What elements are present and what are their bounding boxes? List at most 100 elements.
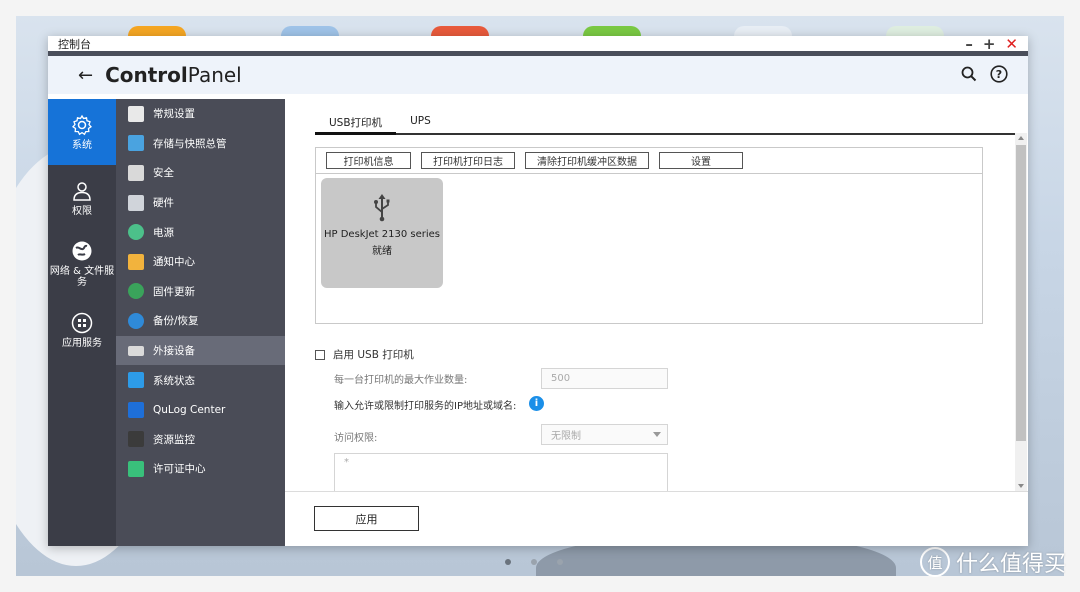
hardware-icon <box>128 194 144 211</box>
usb-icon <box>374 194 390 222</box>
watermark: 值 什么值得买 <box>919 546 1066 578</box>
header-actions: ? <box>960 65 1008 83</box>
window-controls: – + ✕ <box>965 35 1018 53</box>
submenu-item-license[interactable]: 许可证中心 <box>116 454 285 484</box>
rail-item-apps[interactable]: 应用服务 <box>48 297 116 363</box>
rail-item-system[interactable]: 系统 <box>48 99 116 165</box>
max-jobs-label: 每一台打印机的最大作业数量: <box>334 375 468 386</box>
submenu-label: 常规设置 <box>153 108 195 121</box>
desktop-page-indicator[interactable] <box>505 559 563 565</box>
submenu-label: 存储与快照总管 <box>153 137 227 150</box>
svg-text:?: ? <box>996 68 1002 81</box>
printer-info-button[interactable]: 打印机信息 <box>326 152 411 169</box>
enable-usb-printer-label: 启用 USB 打印机 <box>333 349 414 361</box>
enable-usb-printer-checkbox[interactable] <box>315 349 325 360</box>
clear-spool-button[interactable]: 清除打印机缓冲区数据 <box>525 152 649 169</box>
scroll-down-icon[interactable] <box>1018 484 1024 488</box>
rail-item-network[interactable]: 网络 & 文件服务 <box>48 231 116 297</box>
rail-item-label: 网络 & 文件服务 <box>49 266 115 288</box>
submenu-label: 外接设备 <box>153 345 195 358</box>
page-dot[interactable] <box>557 559 563 565</box>
rail-item-label: 权限 <box>72 205 92 217</box>
submenu-item-resource-monitor[interactable]: 资源监控 <box>116 425 285 455</box>
window-titlebar[interactable]: 控制台 – + ✕ <box>48 35 1028 56</box>
ip-list-textarea[interactable]: * <box>334 453 668 493</box>
tab-usb-printer[interactable]: USB打印机 <box>315 113 397 135</box>
rail-item-label: 系统 <box>72 139 92 151</box>
page-dot[interactable] <box>505 559 511 565</box>
notification-icon <box>128 253 144 270</box>
enable-usb-printer-row: 启用 USB 打印机 <box>315 347 985 362</box>
submenu-item-external-device[interactable]: 外接设备 <box>116 335 285 366</box>
user-icon <box>71 180 93 202</box>
submenu-item-hardware[interactable]: 硬件 <box>116 188 285 218</box>
printer-status: 就绪 <box>372 246 392 257</box>
submenu-item-system-status[interactable]: 系统状态 <box>116 365 285 395</box>
maximize-icon[interactable]: + <box>983 35 996 53</box>
control-panel-window: 控制台 – + ✕ ← ControlPanel ? 系统 权限 网络 & 文件… <box>48 35 1028 546</box>
page-dot[interactable] <box>531 559 537 565</box>
printer-card[interactable]: HP DeskJet 2130 series 就绪 <box>321 178 443 288</box>
close-icon[interactable]: ✕ <box>1005 35 1018 53</box>
printer-settings-button[interactable]: 设置 <box>659 152 743 169</box>
submenu-item-general-settings[interactable]: 常规设置 <box>116 99 285 129</box>
submenu-label: 电源 <box>153 226 174 239</box>
window-title: 控制台 <box>58 37 91 51</box>
submenu-label: 固件更新 <box>153 285 195 298</box>
submenu-item-firmware[interactable]: 固件更新 <box>116 277 285 307</box>
qulog-icon <box>128 401 144 418</box>
minimize-icon[interactable]: – <box>965 35 973 53</box>
monitor-icon <box>128 372 144 389</box>
content-scrollbar[interactable] <box>1015 133 1027 491</box>
ip-restriction-label: 输入允许或限制打印服务的IP地址或域名: <box>334 401 517 412</box>
tab-ups[interactable]: UPS <box>396 113 445 133</box>
page-title: ControlPanel <box>105 63 242 87</box>
submenu-item-storage[interactable]: 存储与快照总管 <box>116 129 285 159</box>
printer-log-button[interactable]: 打印机打印日志 <box>421 152 515 169</box>
arrow-left-icon[interactable]: ← <box>78 65 93 86</box>
submenu-item-qulog[interactable]: QuLog Center <box>116 395 285 425</box>
info-icon[interactable]: i <box>529 396 544 411</box>
system-submenu: 常规设置 存储与快照总管 安全 硬件 电源 通知中心 固件更新 备份/恢复 外接… <box>116 99 285 546</box>
scroll-up-icon[interactable] <box>1018 136 1024 140</box>
submenu-label: 备份/恢复 <box>153 315 199 328</box>
printer-toolbar: 打印机信息 打印机打印日志 清除打印机缓冲区数据 设置 <box>316 148 982 174</box>
printer-settings-form: 启用 USB 打印机 每一台打印机的最大作业数量: 500 输入允许或限制打印服… <box>315 347 985 493</box>
page-title-rest: Panel <box>187 63 242 87</box>
scrollbar-thumb[interactable] <box>1016 145 1026 441</box>
tab-bar: USB打印机 UPS <box>315 113 1025 135</box>
storage-icon <box>128 135 144 152</box>
submenu-label: 安全 <box>153 167 174 180</box>
apps-icon <box>71 312 93 334</box>
submenu-item-backup[interactable]: 备份/恢复 <box>116 306 285 336</box>
rail-item-label: 应用服务 <box>62 337 102 349</box>
submenu-item-notification[interactable]: 通知中心 <box>116 247 285 277</box>
chevron-down-icon <box>653 432 661 437</box>
license-icon <box>128 460 144 477</box>
help-icon[interactable]: ? <box>990 65 1008 83</box>
submenu-item-security[interactable]: 安全 <box>116 158 285 188</box>
access-dropdown[interactable]: 无限制 <box>541 424 668 445</box>
submenu-label: 资源监控 <box>153 433 195 446</box>
submenu-label: 通知中心 <box>153 256 195 269</box>
resource-monitor-icon <box>128 431 144 448</box>
general-settings-icon <box>128 105 144 122</box>
access-label: 访问权限: <box>334 433 378 444</box>
submenu-label: 硬件 <box>153 197 174 210</box>
search-icon[interactable] <box>960 65 978 83</box>
content-footer: 应用 <box>285 491 1028 546</box>
submenu-label: QuLog Center <box>153 403 226 416</box>
apply-button[interactable]: 应用 <box>314 506 419 531</box>
max-jobs-input[interactable]: 500 <box>541 368 668 389</box>
app-header: ← ControlPanel ? <box>48 56 1028 94</box>
lock-icon <box>128 164 144 181</box>
printer-name: HP DeskJet 2130 series <box>323 229 441 240</box>
rail-item-privilege[interactable]: 权限 <box>48 165 116 231</box>
content-area: USB打印机 UPS 打印机信息 打印机打印日志 清除打印机缓冲区数据 设置 H… <box>285 99 1028 546</box>
category-rail: 系统 权限 网络 & 文件服务 应用服务 <box>48 99 116 546</box>
firmware-icon <box>128 283 144 300</box>
watermark-logo-icon: 值 <box>919 547 950 577</box>
external-device-icon <box>128 345 144 356</box>
submenu-label: 许可证中心 <box>153 463 206 476</box>
submenu-item-power[interactable]: 电源 <box>116 217 285 247</box>
